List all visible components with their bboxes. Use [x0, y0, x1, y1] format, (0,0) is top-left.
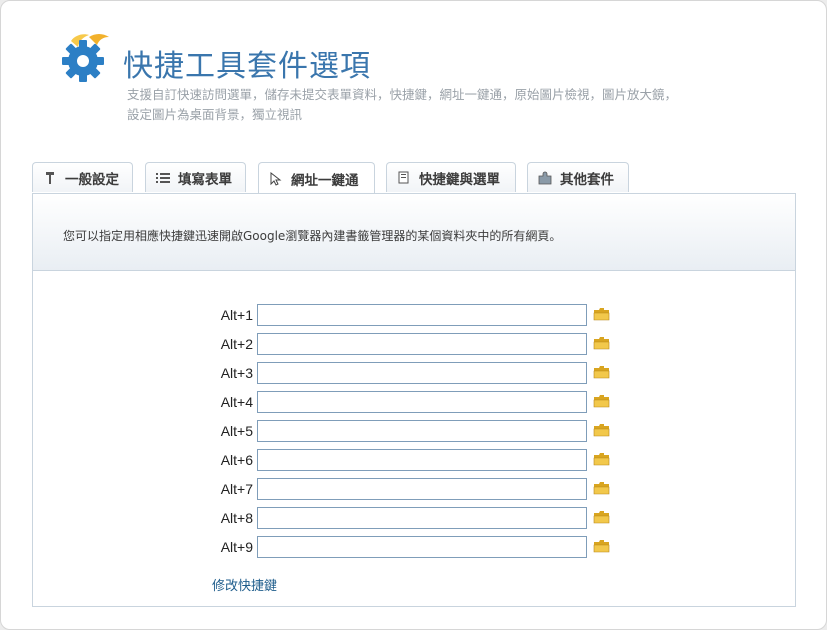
options-window: 快捷工具套件選項 支援自訂快速訪問選單，儲存未提交表單資料，快捷鍵，網址一鍵通，… [0, 0, 827, 630]
shortcut-label: Alt+4 [220, 394, 253, 410]
info-banner: 您可以指定用相應快捷鍵迅速開啟Google瀏覽器內建書籤管理器的某個資料夾中的所… [33, 194, 795, 271]
tab-label: 填寫表單 [178, 171, 232, 188]
tab-shortcuts-menus[interactable]: 快捷鍵與選單 [386, 162, 516, 192]
gear-logo-icon [62, 34, 109, 82]
page-subtitle: 支援自訂快速訪問選單，儲存未提交表單資料，快捷鍵，網址一鍵通，原始圖片檢視，圖片… [127, 85, 727, 125]
shortcut-label: Alt+6 [220, 452, 253, 468]
tab-fill-forms[interactable]: 填寫表單 [145, 162, 246, 192]
shortcut-label: Alt+1 [220, 307, 253, 323]
folder-icon[interactable] [593, 481, 610, 496]
modify-shortcuts-link[interactable]: 修改快捷鍵 [212, 575, 277, 594]
document-icon [398, 171, 409, 183]
bookmark-folder-input[interactable] [257, 536, 587, 558]
wrench-icon [46, 171, 54, 184]
shortcut-label: Alt+3 [220, 365, 253, 381]
folder-icon[interactable] [593, 394, 610, 409]
bookmark-folder-input[interactable] [257, 304, 587, 326]
tab-label: 一般設定 [65, 171, 119, 188]
tab-general-settings[interactable]: 一般設定 [32, 162, 133, 192]
folder-icon[interactable] [593, 539, 610, 554]
shortcut-label: Alt+2 [220, 336, 253, 352]
tab-url-onekey[interactable]: 網址一鍵通 [258, 162, 375, 195]
bookmark-folder-input[interactable] [257, 478, 587, 500]
subtitle-line-1: 支援自訂快速訪問選單，儲存未提交表單資料，快捷鍵，網址一鍵通，原始圖片檢視，圖片… [127, 87, 678, 102]
info-text: 您可以指定用相應快捷鍵迅速開啟Google瀏覽器內建書籤管理器的某個資料夾中的所… [63, 229, 562, 243]
bookmark-folder-input[interactable] [257, 391, 587, 413]
puzzle-icon [538, 171, 552, 184]
tab-other-suites[interactable]: 其他套件 [527, 162, 629, 192]
folder-icon[interactable] [593, 423, 610, 438]
shortcut-label: Alt+9 [220, 539, 253, 555]
tab-label: 網址一鍵通 [291, 173, 359, 189]
bookmark-folder-input[interactable] [257, 507, 587, 529]
folder-icon[interactable] [593, 336, 610, 351]
shortcut-label: Alt+7 [220, 481, 253, 497]
shortcut-label: Alt+8 [220, 510, 253, 526]
tab-label: 快捷鍵與選單 [419, 171, 500, 188]
shortcut-label: Alt+5 [220, 423, 253, 439]
bookmark-folder-input[interactable] [257, 449, 587, 471]
folder-icon[interactable] [593, 452, 610, 467]
page-title: 快捷工具套件選項 [123, 49, 371, 84]
bookmark-folder-input[interactable] [257, 420, 587, 442]
folder-icon[interactable] [593, 307, 610, 322]
bookmark-folder-input[interactable] [257, 362, 587, 384]
folder-icon[interactable] [593, 365, 610, 380]
tab-label: 其他套件 [560, 171, 614, 188]
list-icon [156, 172, 170, 183]
tab-content-panel: 您可以指定用相應快捷鍵迅速開啟Google瀏覽器內建書籤管理器的某個資料夾中的所… [32, 193, 796, 607]
folder-icon[interactable] [593, 510, 610, 525]
cursor-icon [270, 172, 282, 186]
bookmark-folder-input[interactable] [257, 333, 587, 355]
subtitle-line-2: 設定圖片為桌面背景，獨立視訊 [127, 107, 303, 122]
